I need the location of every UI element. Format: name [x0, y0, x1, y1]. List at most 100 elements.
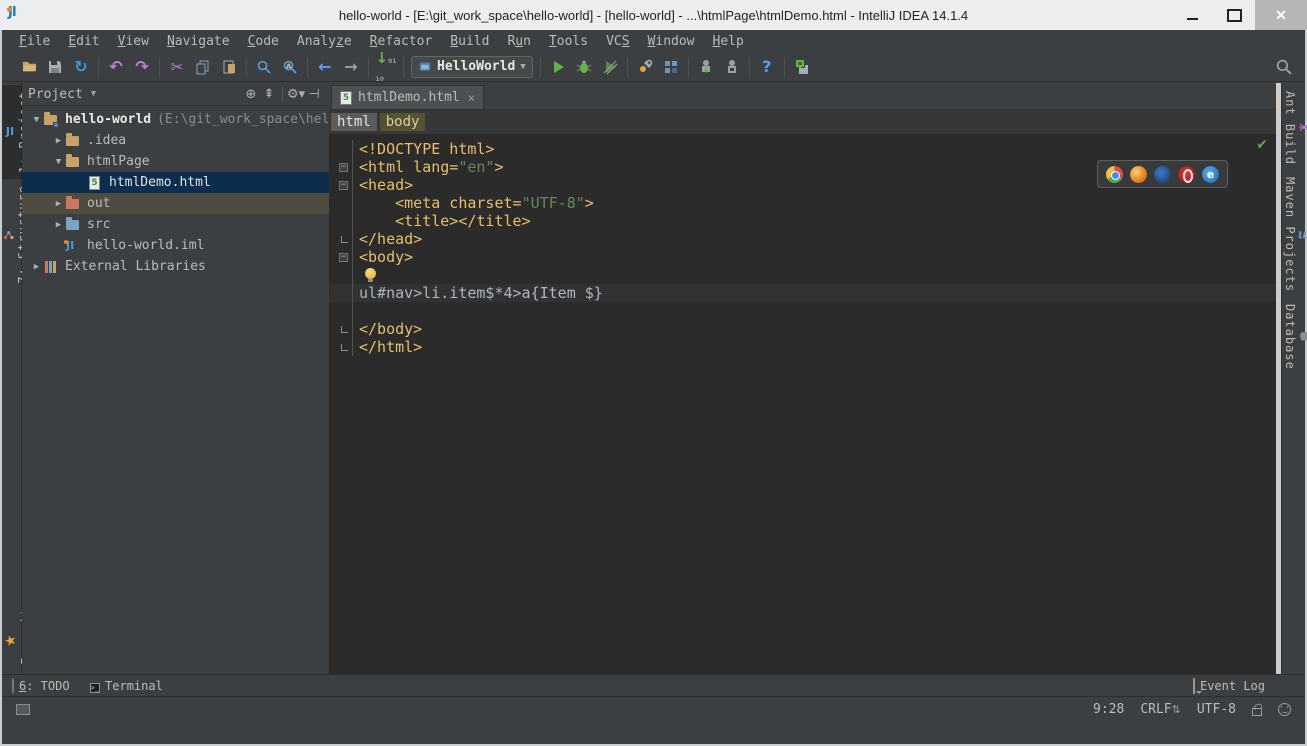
toolwindow-button-6-todo[interactable]: 6: TODO — [2, 675, 80, 696]
code-line-12[interactable]: </html> — [329, 338, 1276, 356]
code-editor[interactable]: ✔ e <!DOCTYPE html>−<html lang="en">−<he… — [329, 134, 1276, 698]
menu-vcs[interactable]: VCS — [597, 32, 638, 51]
fold-collapse-icon[interactable]: − — [339, 163, 348, 172]
gutter[interactable] — [329, 194, 353, 212]
unlock-icon[interactable] — [1252, 708, 1262, 716]
back-icon[interactable]: ← — [315, 57, 335, 77]
code-line-11[interactable]: </body> — [329, 320, 1276, 338]
gear-icon[interactable]: ⚙▾ — [287, 87, 305, 102]
tree-item-hello-world[interactable]: ▼hello-world(E:\git_work_space\hell — [22, 109, 329, 130]
toolwindow-button-database[interactable]: Database — [1282, 298, 1307, 376]
copy-icon[interactable] — [193, 57, 213, 77]
gutter[interactable] — [329, 140, 353, 158]
tree-item-external-libraries[interactable]: ▶External Libraries — [22, 256, 329, 277]
toolwindow-button-event-log[interactable]: Event Log — [1183, 675, 1275, 696]
gutter[interactable] — [329, 302, 353, 320]
maximize-button[interactable] — [1213, 0, 1255, 30]
android-save-icon[interactable] — [792, 57, 812, 77]
line-separator-indicator[interactable]: CRLF⇅ — [1140, 702, 1181, 717]
settings-icon[interactable] — [635, 57, 655, 77]
tree-item-src[interactable]: ▶src — [22, 214, 329, 235]
tree-expanded-icon[interactable]: ▼ — [52, 157, 65, 167]
run-icon[interactable] — [548, 57, 568, 77]
gutter[interactable] — [329, 266, 353, 284]
tree-collapsed-icon[interactable]: ▶ — [52, 220, 65, 230]
fold-end-icon[interactable] — [341, 236, 348, 243]
update-project-icon[interactable]: ↓0110 — [376, 57, 396, 77]
save-all-icon[interactable] — [45, 57, 65, 77]
paste-icon[interactable] — [219, 57, 239, 77]
forward-icon[interactable]: → — [341, 57, 361, 77]
tab-htmldemo[interactable]: 5 htmlDemo.html × — [331, 85, 484, 109]
tree-item-out[interactable]: ▶out — [22, 193, 329, 214]
intention-bulb-icon[interactable] — [365, 268, 376, 279]
close-tab-icon[interactable]: × — [468, 91, 475, 105]
menu-file[interactable]: File — [10, 32, 59, 51]
toolwindow-switcher-icon[interactable] — [16, 704, 30, 715]
menu-run[interactable]: Run — [498, 32, 539, 51]
toolwindow-button-maven-projects[interactable]: mMaven Projects — [1282, 171, 1307, 298]
code-line-5[interactable]: <title></title> — [329, 212, 1276, 230]
android-device-monitor-icon[interactable] — [722, 57, 742, 77]
code-line-1[interactable]: <!DOCTYPE html> — [329, 140, 1276, 158]
code-line-8[interactable] — [329, 266, 1276, 284]
menu-help[interactable]: Help — [704, 32, 753, 51]
menu-tools[interactable]: Tools — [540, 32, 597, 51]
gutter[interactable]: − — [329, 176, 353, 194]
gutter[interactable] — [329, 338, 353, 356]
debug-icon[interactable] — [574, 57, 594, 77]
tree-collapsed-icon[interactable]: ▶ — [52, 136, 65, 146]
menu-navigate[interactable]: Navigate — [158, 32, 239, 51]
fold-collapse-icon[interactable]: − — [339, 181, 348, 190]
tree-collapsed-icon[interactable]: ▶ — [30, 262, 43, 272]
gutter[interactable] — [329, 230, 353, 248]
menu-build[interactable]: Build — [441, 32, 498, 51]
synchronize-icon[interactable]: ↻ — [71, 57, 91, 77]
gutter[interactable] — [329, 212, 353, 230]
hector-inspector-icon[interactable] — [1278, 703, 1291, 716]
gutter[interactable]: − — [329, 248, 353, 266]
breadcrumb-html[interactable]: html — [331, 113, 377, 131]
tree-item-hello-world-iml[interactable]: JIhello-world.iml — [22, 235, 329, 256]
project-structure-icon[interactable] — [661, 57, 681, 77]
find-icon[interactable] — [254, 57, 274, 77]
fold-collapse-icon[interactable]: − — [339, 253, 348, 262]
menu-analyze[interactable]: Analyze — [288, 32, 361, 51]
menu-window[interactable]: Window — [639, 32, 704, 51]
gutter[interactable] — [329, 284, 353, 302]
menu-refactor[interactable]: Refactor — [361, 32, 442, 51]
code-line-10[interactable] — [329, 302, 1276, 320]
open-folder-icon[interactable] — [19, 57, 39, 77]
tree-expanded-icon[interactable]: ▼ — [30, 115, 43, 125]
locate-icon[interactable]: ⊕ — [242, 87, 260, 102]
android-sdk-manager-icon[interactable] — [696, 57, 716, 77]
run-with-coverage-icon[interactable] — [600, 57, 620, 77]
code-line-2[interactable]: −<html lang="en"> — [329, 158, 1276, 176]
tree-item-htmldemo-html[interactable]: 5htmlDemo.html — [22, 172, 329, 193]
gutter[interactable] — [329, 320, 353, 338]
encoding-indicator[interactable]: UTF-8 — [1197, 702, 1236, 717]
project-views-combo[interactable]: Project — [28, 87, 83, 102]
gutter[interactable]: − — [329, 158, 353, 176]
fold-end-icon[interactable] — [341, 326, 348, 333]
breadcrumb-body[interactable]: body — [380, 113, 426, 131]
hide-panel-icon[interactable]: ⊣ — [305, 87, 323, 102]
toolwindow-button-terminal[interactable]: >_Terminal — [80, 675, 173, 696]
replace-icon[interactable]: A — [280, 57, 300, 77]
fold-end-icon[interactable] — [341, 344, 348, 351]
minimize-button[interactable] — [1171, 0, 1213, 30]
redo-icon[interactable]: ↷ — [132, 57, 152, 77]
menu-edit[interactable]: Edit — [59, 32, 108, 51]
code-line-6[interactable]: </head> — [329, 230, 1276, 248]
tree-collapsed-icon[interactable]: ▶ — [52, 199, 65, 209]
tree-item-htmlpage[interactable]: ▼htmlPage — [22, 151, 329, 172]
toolwindow-button-ant-build[interactable]: Ant Build — [1282, 85, 1307, 171]
menu-code[interactable]: Code — [239, 32, 288, 51]
code-line-3[interactable]: −<head> — [329, 176, 1276, 194]
menu-view[interactable]: View — [109, 32, 158, 51]
help-icon[interactable]: ? — [757, 57, 777, 77]
close-button[interactable]: ✕ — [1255, 0, 1307, 30]
code-line-4[interactable]: <meta charset="UTF-8"> — [329, 194, 1276, 212]
code-line-7[interactable]: −<body> — [329, 248, 1276, 266]
undo-icon[interactable]: ↶ — [106, 57, 126, 77]
